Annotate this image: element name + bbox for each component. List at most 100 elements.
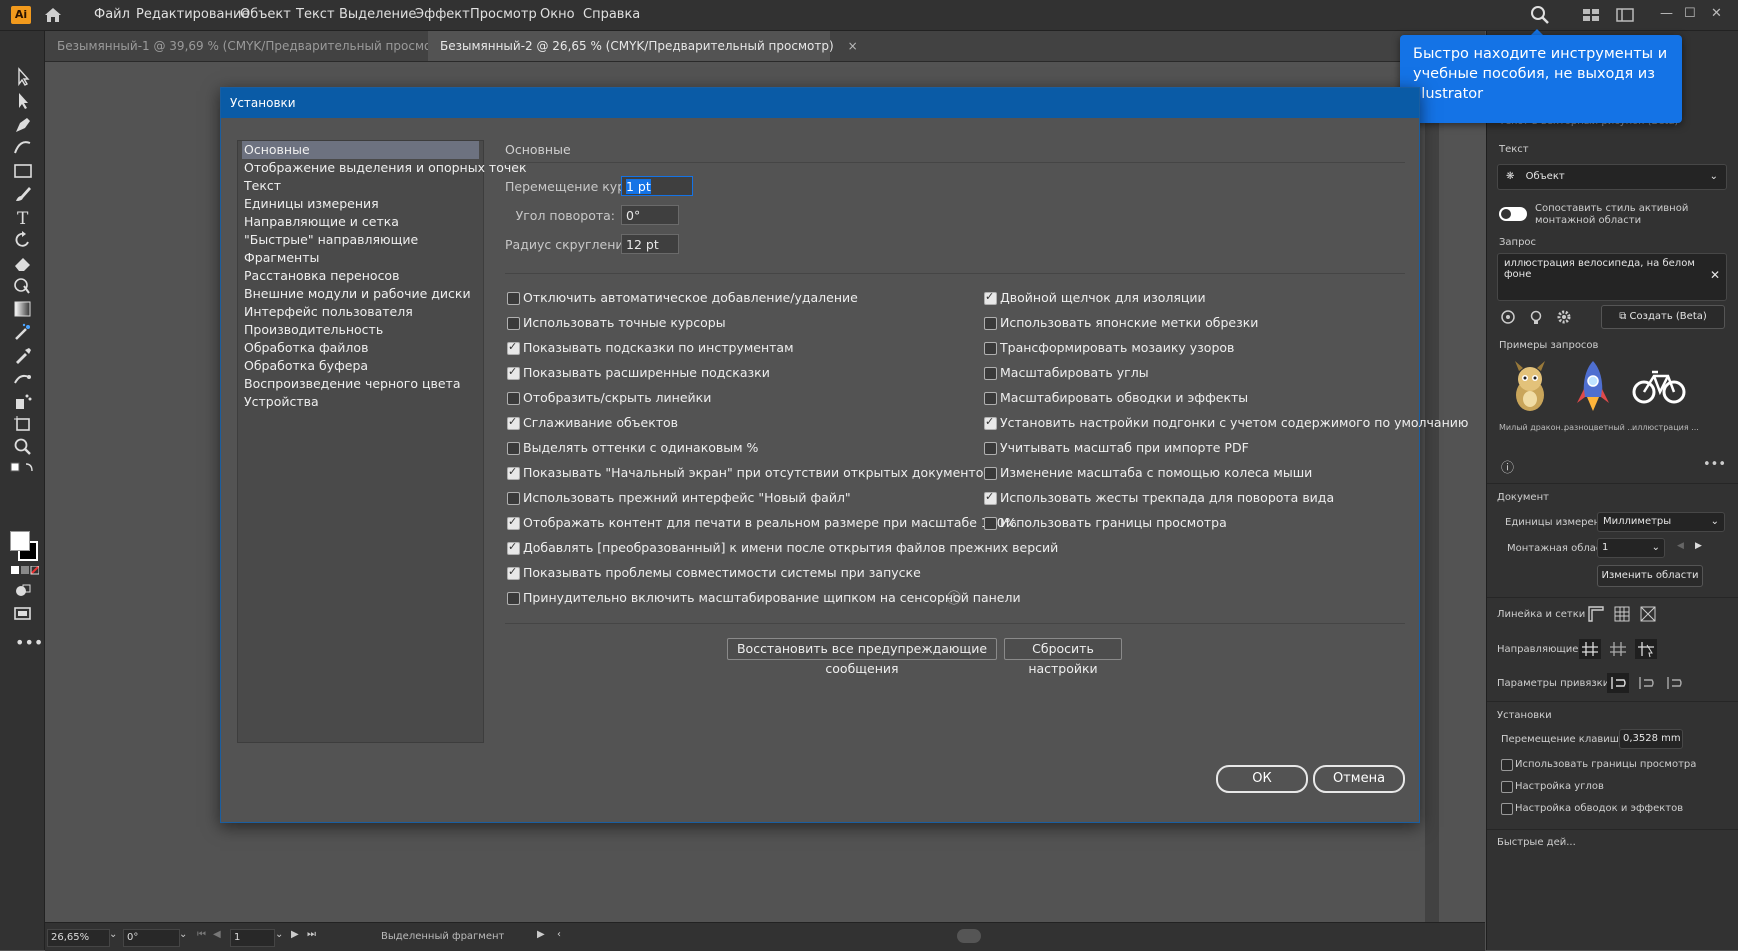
swap-colors-icon[interactable] (10, 461, 36, 475)
ruler-icon[interactable] (1587, 605, 1605, 623)
menu-help[interactable]: Справка (583, 7, 640, 22)
zoom-tool-icon[interactable] (12, 437, 34, 457)
last-artboard-icon[interactable]: ⏭ (307, 929, 316, 940)
keyboard-increment-input[interactable]: 0,3528 mm (1619, 729, 1683, 749)
menu-edit[interactable]: Редактирование (136, 7, 249, 22)
tab-document-2[interactable]: Безымянный-2 @ 26,65 % (CMYK/Предварител… (428, 31, 858, 61)
nav-black-appearance[interactable]: Воспроизведение черного цвета (242, 375, 461, 393)
double-click-isolate-checkbox[interactable] (984, 290, 997, 305)
example-rocket-thumbnail[interactable] (1573, 359, 1613, 415)
append-converted-checkbox[interactable] (507, 540, 520, 555)
nav-type[interactable]: Текст (242, 177, 281, 195)
style-reference-icon[interactable] (1499, 308, 1517, 326)
smart-guides-icon[interactable] (1635, 639, 1657, 659)
nav-hyphenation[interactable]: Расстановка переносов (242, 267, 399, 285)
generative-tool-icon[interactable] (12, 322, 34, 342)
previous-artboard-icon[interactable]: ◀ (213, 929, 221, 940)
nav-slices[interactable]: Фрагменты (242, 249, 319, 267)
shape-builder-tool-icon[interactable] (12, 276, 34, 296)
rectangle-tool-icon[interactable] (12, 161, 34, 181)
japanese-crop-marks-checkbox[interactable] (984, 317, 997, 330)
next-artboard-icon[interactable]: ▶ (291, 929, 299, 940)
horizontal-scroll-thumb[interactable] (957, 929, 981, 943)
query-textarea[interactable]: иллюстрация велосипеда, на белом фоне ✕ (1497, 253, 1727, 301)
nav-devices[interactable]: Устройства (242, 393, 319, 411)
canvas-vertical-scrollbar[interactable] (1425, 70, 1439, 922)
pinch-zoom-checkbox[interactable] (507, 592, 520, 605)
edit-artboards-button[interactable]: Изменить области (1597, 565, 1703, 587)
nav-guides-grid[interactable]: Направляющие и сетка (242, 213, 399, 231)
nav-units[interactable]: Единицы измерения (242, 195, 379, 213)
snap-to-point-icon[interactable] (1607, 673, 1629, 693)
maximize-icon[interactable]: ☐ (1684, 6, 1696, 21)
gradient-tool-icon[interactable] (12, 299, 34, 319)
actual-print-size-checkbox[interactable] (507, 515, 520, 530)
trackpad-rotate-view-checkbox[interactable] (984, 490, 997, 505)
dialog-titlebar[interactable]: Установки (221, 88, 1419, 118)
screen-mode-icon[interactable] (12, 604, 34, 624)
menu-view[interactable]: Просмотр (470, 7, 537, 22)
lock-guides-icon[interactable] (1607, 639, 1629, 659)
nav-plugins-scratch-disks[interactable]: Внешние модули и рабочие диски (242, 285, 471, 303)
tab-document-1[interactable]: Безымянный-1 @ 39,69 % (CMYK/Предварител… (45, 31, 475, 61)
menu-effect[interactable]: Эффект (415, 7, 470, 22)
menu-select[interactable]: Выделение (339, 7, 416, 22)
eyedropper-tool-icon[interactable] (12, 345, 34, 365)
disable-auto-add-delete-checkbox[interactable] (507, 292, 520, 305)
compatibility-issues-checkbox[interactable] (507, 565, 520, 580)
transform-pattern-tiles-checkbox[interactable] (984, 342, 997, 355)
show-tool-tips-checkbox[interactable] (507, 340, 520, 355)
scroll-left-icon[interactable]: ‹ (557, 929, 561, 940)
transparency-grid-icon[interactable] (1639, 605, 1657, 623)
content-aware-defaults-checkbox[interactable] (984, 415, 997, 430)
puppet-warp-tool-icon[interactable] (12, 368, 34, 388)
show-home-screen-checkbox[interactable] (507, 465, 520, 480)
chevron-down-icon[interactable]: ⌄ (109, 929, 117, 940)
workspace-icon[interactable] (1616, 8, 1634, 22)
zoom-with-scroll-wheel-checkbox[interactable] (984, 467, 997, 480)
previous-artboard-icon[interactable]: ◀ (1677, 541, 1684, 551)
legacy-new-document-checkbox[interactable] (507, 492, 520, 505)
snap-to-glyph-icon[interactable] (1663, 673, 1685, 693)
symbol-sprayer-tool-icon[interactable] (12, 391, 34, 411)
direct-selection-tool-icon[interactable] (12, 91, 34, 111)
selection-tool-icon[interactable] (12, 67, 34, 87)
info-icon[interactable]: ⓘ (947, 588, 961, 608)
nav-clipboard-handling[interactable]: Обработка буфера (242, 357, 368, 375)
corner-radius-input[interactable]: 12 pt (621, 234, 679, 254)
fill-color-swatch[interactable] (10, 531, 30, 551)
bulb-icon[interactable] (1527, 308, 1545, 326)
zoom-select[interactable]: 26,65% (47, 929, 110, 947)
anti-aliased-artwork-checkbox[interactable] (507, 415, 520, 430)
color-mode-icon[interactable] (11, 566, 39, 576)
rotate-tool-icon[interactable] (12, 230, 34, 250)
menu-window[interactable]: Окно (540, 7, 575, 22)
reset-warning-dialogs-button[interactable]: Восстановить все предупреждающие сообщен… (727, 638, 997, 676)
ok-button[interactable]: ОК (1216, 765, 1308, 793)
reset-preferences-button[interactable]: Сбросить настройки (1004, 638, 1122, 676)
nav-smart-guides[interactable]: "Быстрые" направляющие (242, 231, 418, 249)
scale-strokes-effects-checkbox[interactable] (984, 392, 997, 405)
keyboard-increment-input[interactable]: 1 pt (621, 176, 693, 196)
nav-selection-anchor-display[interactable]: Отображение выделения и опорных точек (242, 159, 527, 177)
precise-cursors-checkbox[interactable] (507, 317, 520, 330)
curvature-tool-icon[interactable] (12, 137, 34, 157)
more-options-icon[interactable]: ••• (1703, 457, 1726, 472)
use-preview-bounds-checkbox[interactable] (1501, 759, 1513, 771)
artboard-tool-icon[interactable] (12, 414, 34, 434)
match-style-toggle[interactable] (1499, 207, 1527, 221)
draw-mode-icon[interactable] (12, 581, 34, 601)
create-beta-button[interactable]: ⧉ Создать (Beta) (1601, 305, 1725, 329)
first-artboard-icon[interactable]: ⏮ (197, 929, 206, 940)
home-icon[interactable] (42, 5, 64, 25)
eraser-tool-icon[interactable] (12, 253, 34, 273)
units-select[interactable]: Миллиметры ⌄ (1597, 512, 1725, 532)
nav-user-interface[interactable]: Интерфейс пользователя (242, 303, 413, 321)
example-bicycle-thumbnail[interactable] (1632, 366, 1686, 406)
type-tool-icon[interactable]: T (12, 207, 34, 227)
chevron-down-icon[interactable]: ⌄ (179, 929, 187, 940)
grid-icon[interactable] (1613, 605, 1631, 623)
status-menu-icon[interactable]: ▶ (537, 929, 545, 940)
more-tools-icon[interactable]: ••• (15, 633, 43, 652)
scale-strokes-checkbox[interactable] (1501, 803, 1513, 815)
